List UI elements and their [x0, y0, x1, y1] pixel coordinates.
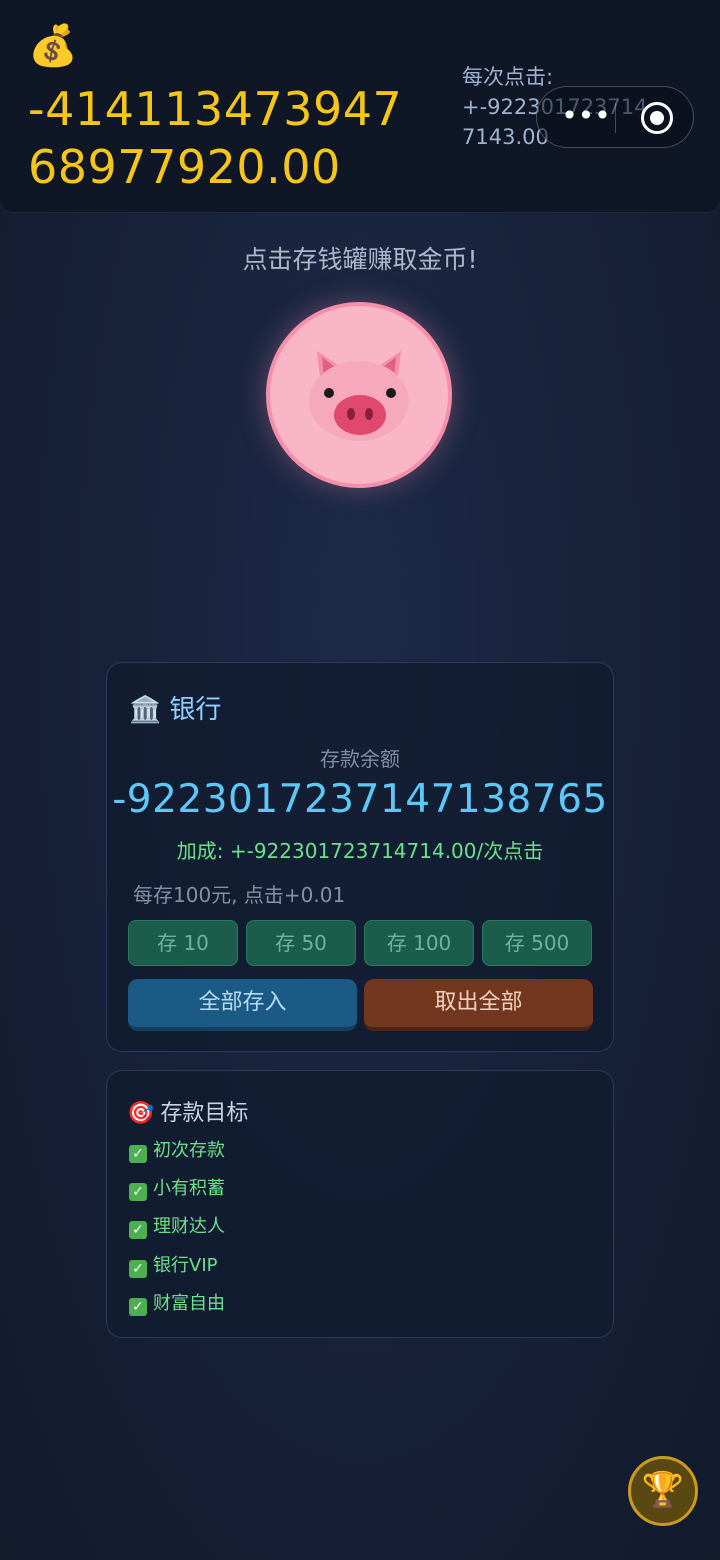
bonus-text: 加成: +-922301723714714.00/次点击: [176, 839, 544, 863]
mini-program-capsule: •••: [536, 86, 694, 148]
tap-hint: 点击存钱罐赚取金币!: [242, 245, 478, 274]
capsule-divider: [615, 103, 616, 133]
deposit-all-button[interactable]: 全部存入: [128, 979, 357, 1031]
deposit-100-button[interactable]: 存 100: [364, 920, 474, 966]
deposit-label: 存款余额: [320, 747, 400, 771]
pig-face-icon: [309, 351, 409, 441]
withdraw-all-button[interactable]: 取出全部: [364, 979, 593, 1031]
deposit-balance: -9223017237147138765: [112, 777, 608, 822]
goals-panel: 🎯 存款目标 ✓ 初次存款 ✓ 小有积蓄 ✓ 理财达人 ✓ 银行VIP ✓ 财富自由: [106, 1070, 614, 1338]
deposit-50-button[interactable]: 存 50: [246, 920, 356, 966]
close-icon[interactable]: [641, 102, 673, 134]
target-icon: 🎯: [127, 1101, 155, 1126]
goal-item: ✓ 银行VIP: [129, 1254, 217, 1278]
goal-item: ✓ 财富自由: [129, 1292, 225, 1316]
goal-item: ✓ 理财达人: [129, 1215, 225, 1239]
coin-balance: -41411347394768977920.00: [28, 82, 403, 194]
money-bag-icon: 💰: [28, 23, 78, 69]
check-icon: ✓: [129, 1260, 147, 1278]
check-icon: ✓: [129, 1221, 147, 1239]
goals-title: 🎯 存款目标: [127, 1101, 249, 1126]
check-icon: ✓: [129, 1298, 147, 1316]
trophy-button[interactable]: 🏆: [628, 1456, 698, 1526]
goal-item: ✓ 初次存款: [129, 1139, 225, 1163]
more-icon[interactable]: •••: [557, 102, 615, 133]
deposit-rate: 每存100元, 点击+0.01: [133, 883, 346, 907]
piggy-bank-button[interactable]: [266, 302, 452, 488]
bank-title: 🏛️ 银行: [129, 695, 222, 725]
deposit-10-button[interactable]: 存 10: [128, 920, 238, 966]
deposit-500-button[interactable]: 存 500: [482, 920, 592, 966]
bank-icon: 🏛️: [129, 695, 162, 725]
trophy-icon: 🏆: [641, 1470, 685, 1510]
bank-panel: 🏛️ 银行 存款余额 -9223017237147138765 加成: +-922…: [106, 662, 614, 1052]
header: 💰 -41411347394768977920.00 每次点击: +-92230…: [0, 0, 720, 213]
goal-item: ✓ 小有积蓄: [129, 1177, 225, 1201]
check-icon: ✓: [129, 1183, 147, 1201]
check-icon: ✓: [129, 1145, 147, 1163]
